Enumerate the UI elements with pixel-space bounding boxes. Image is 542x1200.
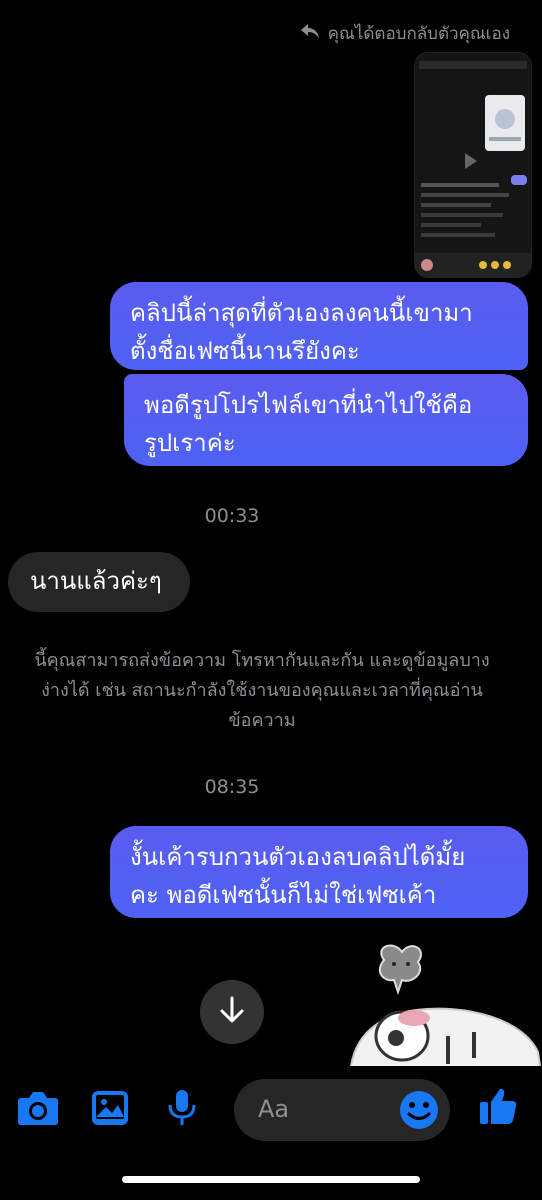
message-line: รูปเราค่ะ: [144, 429, 236, 457]
like-button[interactable]: [476, 1086, 520, 1130]
message-text: นานแล้วค่ะๆ: [30, 567, 162, 595]
reply-icon: [300, 22, 320, 45]
notice-line: ง่างได้ เช่น สถานะกำลังใช้งานของคุณและเว…: [41, 680, 483, 701]
message-line: ตั้งชื่อเฟซนี้นานรึยังคะ: [130, 337, 360, 365]
message-line: คะ พอดีเฟซนั้นก็ไม่ใช่เฟซเค้า: [130, 881, 437, 909]
reply-header: คุณได้ตอบกลับตัวคุณเอง: [300, 20, 510, 47]
message-bubble-outgoing-3[interactable]: งั้นเค้ารบกวนตัวเองลบคลิปได้มั้ย คะ พอดี…: [110, 826, 528, 918]
voice-button[interactable]: [160, 1088, 204, 1132]
timestamp: 00:33: [204, 505, 260, 527]
message-line: พอดีรูปโปรไฟล์เขาที่นำไปใช้คือ: [144, 391, 473, 419]
camera-button[interactable]: [16, 1088, 60, 1132]
emoji-icon[interactable]: [398, 1089, 440, 1131]
reply-header-text: คุณได้ตอบกลับตัวคุณเอง: [327, 24, 510, 44]
microphone-icon: [167, 1089, 197, 1131]
thumbs-up-icon: [478, 1086, 518, 1130]
home-indicator: [122, 1176, 420, 1183]
arrow-down-icon: [219, 996, 245, 1028]
sticker: [344, 940, 542, 1081]
message-bubble-outgoing-1[interactable]: คลิปนี้ล่าสุดที่ตัวเองลงคนนี้เขามา ตั้งช…: [110, 282, 528, 370]
message-line: คลิปนี้ล่าสุดที่ตัวเองลงคนนี้เขามา: [130, 299, 473, 327]
message-bubble-incoming-1[interactable]: นานแล้วค่ะๆ: [8, 552, 190, 612]
notice-line: ข้อความ: [228, 710, 296, 731]
info-notice: นี้คุณสามารถส่งข้อความ โทรหากันและกัน แล…: [0, 646, 532, 736]
scroll-down-button[interactable]: [200, 980, 264, 1044]
camera-icon: [17, 1090, 59, 1130]
message-input-placeholder: Aa: [258, 1095, 290, 1123]
message-bubble-outgoing-2[interactable]: พอดีรูปโปรไฟล์เขาที่นำไปใช้คือ รูปเราค่ะ: [124, 374, 528, 466]
timestamp: 08:35: [204, 776, 260, 798]
notice-line: นี้คุณสามารถส่งข้อความ โทรหากันและกัน แล…: [34, 650, 490, 671]
image-icon: [90, 1089, 130, 1131]
message-line: งั้นเค้ารบกวนตัวเองลบคลิปได้มั้ย: [130, 843, 466, 871]
shared-screenshot[interactable]: [414, 52, 532, 278]
gallery-button[interactable]: [88, 1088, 132, 1132]
message-input[interactable]: Aa: [234, 1079, 450, 1141]
